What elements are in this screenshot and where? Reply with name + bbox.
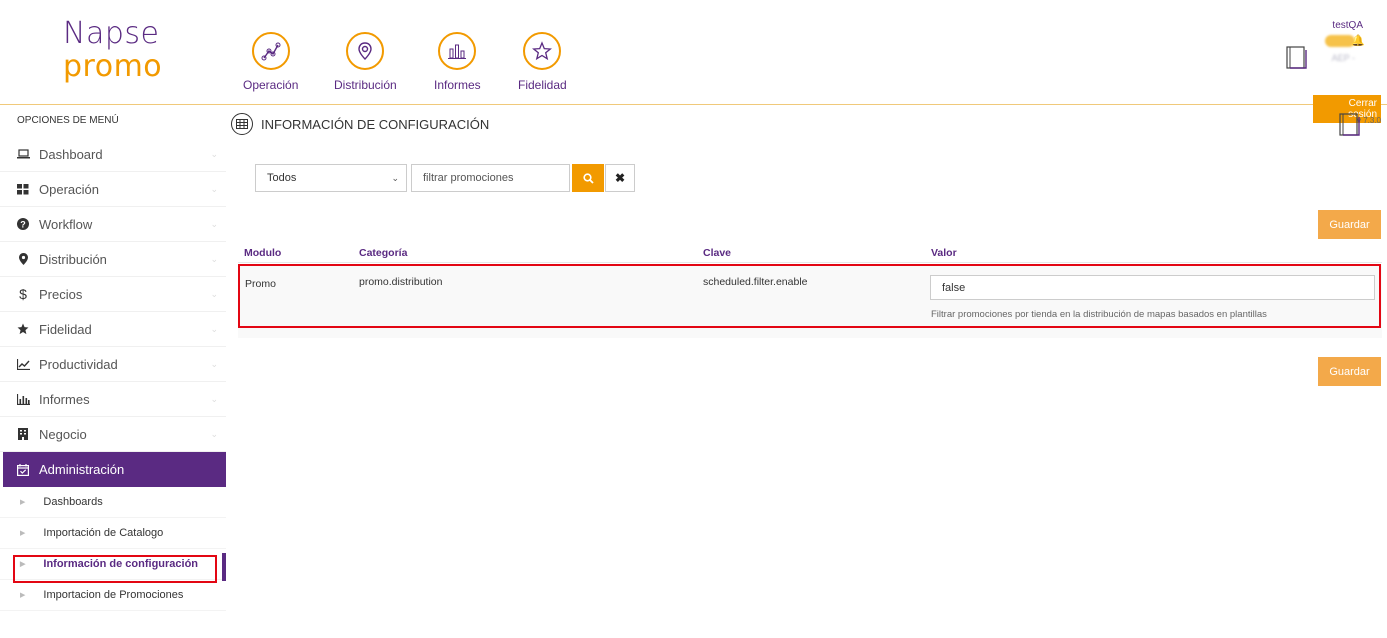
sidebar-item-productividad[interactable]: Productividad ⌄ (0, 347, 226, 382)
module-select-value: Todos (267, 172, 297, 184)
table-divider (238, 262, 1382, 263)
chevron-down-icon: ⌄ (210, 218, 218, 229)
grid-icon (16, 183, 30, 195)
sidebar-item-label: Negocio (39, 426, 87, 442)
chevron-down-icon: ⌄ (210, 253, 218, 264)
sidebar-item-label: Precios (39, 286, 83, 302)
username[interactable]: testQA (1332, 20, 1363, 31)
map-marker-icon (16, 253, 30, 265)
laptop-icon (16, 149, 30, 159)
page-title: INFORMACIÓN DE CONFIGURACIÓN (261, 116, 490, 132)
calendar-check-icon (16, 463, 30, 476)
save-button-top[interactable]: Guardar (1318, 210, 1381, 239)
building-icon (16, 428, 30, 440)
sidebar-item-negocio[interactable]: Negocio ⌄ (0, 417, 226, 452)
table-icon (231, 113, 253, 135)
clear-button[interactable]: ✖ (605, 164, 635, 192)
dollar-icon: $ (19, 286, 27, 302)
sidebar-item-precios[interactable]: $ Precios ⌄ (0, 277, 226, 312)
sidebar-item-distribucion[interactable]: Distribución ⌄ (0, 242, 226, 277)
chevron-down-icon: ⌄ (210, 288, 218, 299)
top-header: Napse promo Operación Distribución Infor… (0, 0, 1387, 125)
search-button[interactable] (572, 164, 604, 192)
submenu-item-label: Dashboards (43, 496, 103, 508)
topnav-label: Distribución (334, 78, 397, 92)
sidebar-item-label: Informes (39, 391, 90, 407)
chevron-down-icon: ⌄ (210, 148, 218, 159)
sidebar-item-dashboard[interactable]: Dashboard ⌄ (0, 137, 226, 172)
close-icon: ✖ (614, 171, 626, 185)
submenu-item-dashboards[interactable]: ▶ Dashboards (0, 487, 226, 518)
submenu-item-label: Importación de Catalogo (43, 527, 164, 539)
map-pin-icon (346, 32, 385, 70)
page-header: INFORMACIÓN DE CONFIGURACIÓN (231, 113, 489, 135)
sidebar-item-workflow[interactable]: ? Workflow ⌄ (0, 207, 226, 242)
topnav-distribucion[interactable]: Distribución (334, 32, 397, 92)
column-header-categoria[interactable]: Categoría (359, 247, 407, 259)
filter-bar: Todos ⌄ filtrar promociones ✖ (255, 164, 635, 192)
topnav-label: Operación (243, 78, 299, 92)
book-icon[interactable] (1338, 112, 1362, 143)
caret-right-icon: ▶ (20, 592, 26, 599)
column-header-clave[interactable]: Clave (703, 247, 731, 259)
submenu-item-importacion-catalogo[interactable]: ▶ Importación de Catalogo (0, 518, 226, 549)
submenu-item-label: Importacion de Promociones (43, 589, 184, 601)
current-item-highlight (13, 555, 217, 583)
line-chart-icon (16, 358, 30, 370)
sidebar-item-label: Dashboard (39, 146, 103, 162)
star-icon (16, 323, 30, 335)
bar-chart-icon (438, 32, 477, 70)
sidebar-item-label: Workflow (39, 216, 93, 232)
brand-line2: promo (63, 49, 163, 84)
book-icon[interactable] (1285, 45, 1309, 76)
row-highlight (238, 264, 1381, 328)
bar-chart-icon (16, 393, 30, 405)
search-input[interactable]: filtrar promociones (411, 164, 570, 192)
column-header-modulo[interactable]: Modulo (244, 247, 281, 259)
caret-right-icon: ▶ (20, 530, 26, 537)
sidebar-title: OPCIONES DE MENÚ (17, 115, 119, 126)
chevron-down-icon: ⌄ (210, 358, 218, 369)
question-circle-icon: ? (16, 218, 30, 230)
sidebar-item-label: Operación (39, 181, 99, 197)
chevron-down-icon: ⌄ (210, 323, 218, 334)
svg-text:?: ? (20, 220, 26, 230)
sidebar-item-label: Productividad (39, 356, 118, 372)
topnav-informes[interactable]: Informes (434, 32, 481, 92)
brand-logo[interactable]: Napse promo (63, 18, 173, 84)
chevron-down-icon: ⌄ (391, 172, 399, 183)
bell-icon[interactable]: 🔔 (1351, 34, 1365, 47)
user-role: AEP - (1331, 53, 1355, 63)
chart-line-icon (251, 32, 290, 70)
sidebar-item-informes[interactable]: Informes ⌄ (0, 382, 226, 417)
save-button-bottom[interactable]: Guardar (1318, 357, 1381, 386)
topnav-operacion[interactable]: Operación (243, 32, 298, 92)
column-header-valor[interactable]: Valor (931, 247, 957, 259)
sidebar-item-fidelidad[interactable]: Fidelidad ⌄ (0, 312, 226, 347)
chevron-down-icon: ⌄ (210, 393, 218, 404)
brand-line1: Napse (63, 16, 160, 51)
chevron-down-icon: ⌄ (210, 428, 218, 439)
sidebar-item-label: Administración (39, 462, 125, 477)
topnav-label: Fidelidad (518, 78, 567, 92)
sidebar-item-label: Fidelidad (39, 321, 92, 337)
sidebar-item-administracion[interactable]: Administración (3, 452, 226, 487)
sidebar-item-label: Distribución (39, 251, 107, 267)
star-icon (523, 32, 562, 70)
search-icon (582, 172, 594, 184)
caret-right-icon: ▶ (20, 499, 26, 506)
topnav-label: Informes (434, 78, 481, 92)
module-select[interactable]: Todos ⌄ (255, 164, 407, 192)
submenu-item-importacion-promociones[interactable]: ▶ Importacion de Promociones (0, 580, 226, 611)
sidebar-item-operacion[interactable]: Operación ⌄ (0, 172, 226, 207)
active-indicator (222, 553, 226, 581)
topnav-fidelidad[interactable]: Fidelidad (518, 32, 567, 92)
chevron-down-icon: ⌄ (210, 183, 218, 194)
